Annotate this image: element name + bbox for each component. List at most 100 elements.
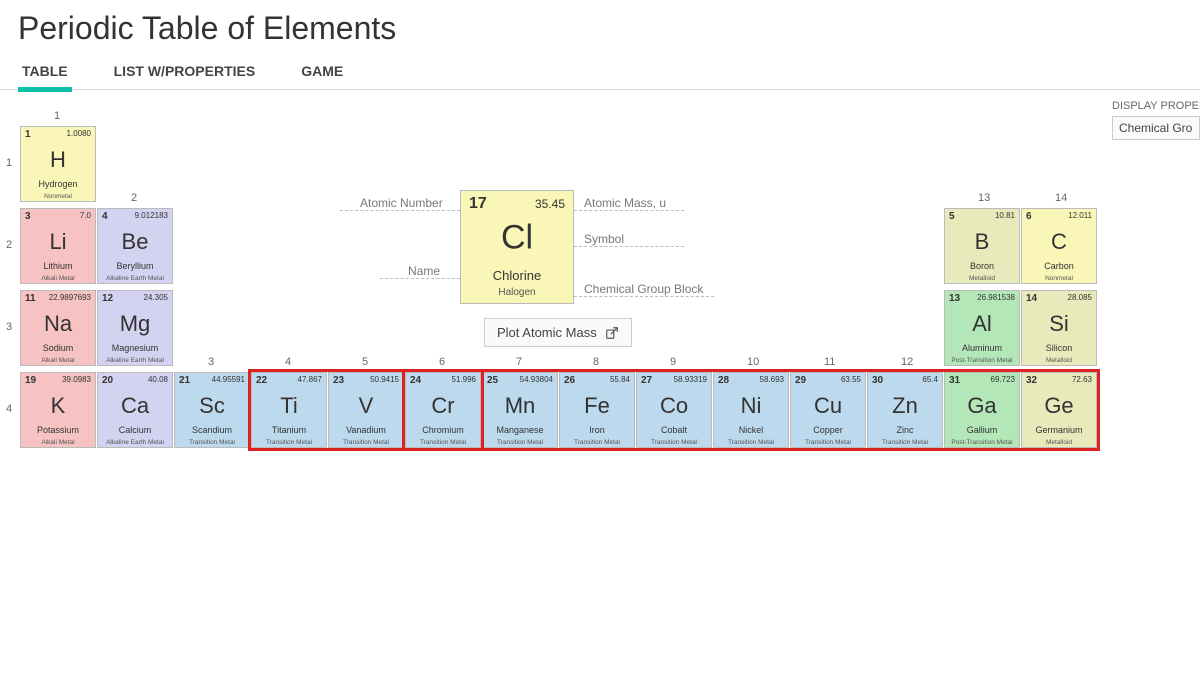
column-label: 10 (747, 356, 759, 368)
element-symbol: Al (945, 311, 1019, 337)
atomic-mass: 28.085 (1068, 293, 1092, 302)
element-group: Metalloid (1022, 357, 1096, 364)
element-symbol: Na (21, 311, 95, 337)
element-cell-al[interactable]: 1326.981538AlAluminumPost-Transition Met… (944, 290, 1020, 366)
atomic-mass: 7.0 (80, 211, 91, 220)
atomic-number: 11 (25, 293, 36, 304)
element-name: Aluminum (945, 343, 1019, 353)
element-group: Transition Metal (791, 439, 865, 446)
legend-name: Chlorine (461, 268, 573, 283)
atomic-number: 19 (25, 375, 36, 386)
element-cell-mn[interactable]: 2554.93804MnManganeseTransition Metal (482, 372, 558, 448)
display-property-select[interactable]: Chemical Gro (1112, 116, 1200, 140)
page-title: Periodic Table of Elements (18, 10, 1200, 47)
atomic-number: 6 (1026, 211, 1032, 222)
element-name: Titanium (252, 425, 326, 435)
plot-atomic-mass-button[interactable]: Plot Atomic Mass (484, 318, 632, 347)
element-name: Chromium (406, 425, 480, 435)
row-label: 1 (6, 157, 12, 169)
element-cell-na[interactable]: 1122.9897693NaSodiumAlkali Metal (20, 290, 96, 366)
atomic-mass: 72.63 (1072, 375, 1092, 384)
atomic-mass: 22.9897693 (49, 293, 91, 302)
element-symbol: Ga (945, 393, 1019, 419)
element-group: Nonmetal (21, 193, 95, 200)
atomic-number: 3 (25, 211, 31, 222)
element-name: Sodium (21, 343, 95, 353)
periodic-table-stage: DISPLAY PROPER Chemical Gro 17 35.45 Cl … (0, 100, 1200, 660)
element-cell-b[interactable]: 510.81BBoronMetalloid (944, 208, 1020, 284)
element-name: Copper (791, 425, 865, 435)
legend-group: Halogen (461, 287, 573, 298)
legend-symbol: Cl (461, 219, 573, 258)
column-label: 5 (362, 356, 368, 368)
element-name: Potassium (21, 425, 95, 435)
element-cell-ti[interactable]: 2247.867TiTitaniumTransition Metal (251, 372, 327, 448)
element-name: Hydrogen (21, 179, 95, 189)
element-symbol: K (21, 393, 95, 419)
element-cell-c[interactable]: 612.011CCarbonNonmetal (1021, 208, 1097, 284)
row-label: 4 (6, 403, 12, 415)
element-cell-mg[interactable]: 1224.305MgMagnesiumAlkaline Earth Metal (97, 290, 173, 366)
legend-label-atomic-number: Atomic Number (360, 196, 443, 210)
element-symbol: H (21, 147, 95, 173)
legend-atomic-mass: 35.45 (535, 197, 565, 211)
element-group: Transition Metal (560, 439, 634, 446)
column-label: 8 (593, 356, 599, 368)
element-cell-fe[interactable]: 2655.84FeIronTransition Metal (559, 372, 635, 448)
element-name: Boron (945, 261, 1019, 271)
element-group: Transition Metal (252, 439, 326, 446)
element-name: Cobalt (637, 425, 711, 435)
atomic-number: 31 (949, 375, 960, 386)
element-cell-zn[interactable]: 3065.4ZnZincTransition Metal (867, 372, 943, 448)
atomic-number: 23 (333, 375, 344, 386)
atomic-mass: 58.693 (760, 375, 784, 384)
column-label: 6 (439, 356, 445, 368)
atomic-number: 5 (949, 211, 955, 222)
element-cell-co[interactable]: 2758.93319CoCobaltTransition Metal (636, 372, 712, 448)
row-label: 3 (6, 321, 12, 333)
column-label: 11 (824, 356, 835, 368)
column-label: 7 (516, 356, 522, 368)
tab-table[interactable]: TABLE (18, 55, 72, 89)
element-symbol: B (945, 229, 1019, 255)
element-cell-ni[interactable]: 2858.693NiNickelTransition Metal (713, 372, 789, 448)
element-cell-ga[interactable]: 3169.723GaGalliumPost-Transition Metal (944, 372, 1020, 448)
element-cell-cr[interactable]: 2451.996CrChromiumTransition Metal (405, 372, 481, 448)
atomic-mass: 10.81 (995, 211, 1015, 220)
element-symbol: Co (637, 393, 711, 419)
element-group: Transition Metal (868, 439, 942, 446)
element-cell-li[interactable]: 3 7.0 Li Lithium Alkali Metal (20, 208, 96, 284)
atomic-number: 14 (1026, 293, 1037, 304)
element-symbol: Li (21, 229, 95, 255)
element-cell-v[interactable]: 2350.9415VVanadiumTransition Metal (328, 372, 404, 448)
tab-game[interactable]: GAME (297, 55, 347, 89)
column-label: 1 (54, 110, 60, 122)
atomic-mass: 69.723 (991, 375, 1015, 384)
element-cell-sc[interactable]: 2144.95591ScScandiumTransition Metal (174, 372, 250, 448)
element-group: Transition Metal (329, 439, 403, 446)
atomic-mass: 50.9415 (370, 375, 399, 384)
atomic-number: 29 (795, 375, 806, 386)
element-cell-be[interactable]: 49.012183BeBerylliumAlkaline Earth Metal (97, 208, 173, 284)
element-cell-ca[interactable]: 2040.08CaCalciumAlkaline Earth Metal (97, 372, 173, 448)
atomic-mass: 9.012183 (135, 211, 168, 220)
element-name: Germanium (1022, 425, 1096, 435)
atomic-number: 1 (25, 129, 31, 140)
element-cell-ge[interactable]: 3272.63GeGermaniumMetalloid (1021, 372, 1097, 448)
element-group: Metalloid (1022, 439, 1096, 446)
element-name: Lithium (21, 261, 95, 271)
element-group: Alkali Metal (21, 275, 95, 282)
element-symbol: Mn (483, 393, 557, 419)
legend-label-atomic-mass: Atomic Mass, u (584, 196, 666, 210)
element-symbol: Fe (560, 393, 634, 419)
element-cell-cu[interactable]: 2963.55CuCopperTransition Metal (790, 372, 866, 448)
legend-atomic-number: 17 (469, 195, 487, 213)
atomic-mass: 1.0080 (67, 129, 91, 138)
tab-list[interactable]: LIST W/PROPERTIES (110, 55, 260, 89)
element-cell-h[interactable]: 1 1.0080 H Hydrogen Nonmetal (20, 126, 96, 202)
element-group: Alkaline Earth Metal (98, 357, 172, 364)
element-cell-si[interactable]: 1428.085SiSiliconMetalloid (1021, 290, 1097, 366)
element-group: Alkaline Earth Metal (98, 275, 172, 282)
element-symbol: Zn (868, 393, 942, 419)
element-cell-k[interactable]: 1939.0983KPotassiumAlkali Metal (20, 372, 96, 448)
